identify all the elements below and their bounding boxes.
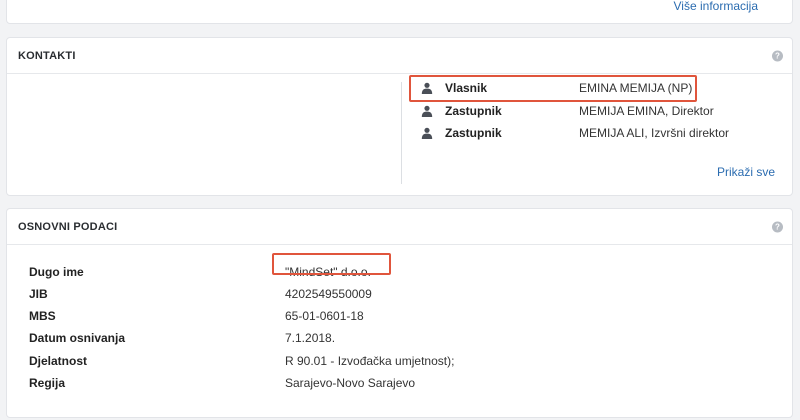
info-row-long-name: Dugo ime "MindSet" d.o.o. — [29, 263, 371, 281]
contact-name: EMINA MEMIJA (NP) — [579, 81, 693, 95]
info-value: Sarajevo-Novo Sarajevo — [285, 376, 416, 390]
contact-name: MEMIJA EMINA, Direktor — [579, 104, 714, 118]
basic-info-title: OSNOVNI PODACI — [18, 220, 118, 233]
contact-role: Zastupnik — [445, 104, 502, 118]
info-row-mbs: MBS 65-01-0601-18 — [29, 307, 364, 325]
info-label: MBS — [29, 309, 56, 323]
basic-info-card: OSNOVNI PODACI ? Dugo ime "MindSet" d.o.… — [6, 208, 793, 418]
info-label: JIB — [29, 287, 48, 301]
contact-role: Zastupnik — [445, 126, 502, 140]
person-icon — [421, 82, 433, 94]
contact-row-representative: Zastupnik MEMIJA ALI, Izvršni direktor — [421, 123, 729, 143]
info-row-region: Regija Sarajevo-Novo Sarajevo — [29, 374, 415, 392]
info-label: Dugo ime — [29, 265, 84, 279]
info-label: Regija — [29, 376, 66, 390]
info-value: 7.1.2018. — [285, 331, 336, 345]
contacts-card: KONTAKTI ? Vlasnik EMINA MEMIJA (NP) Zas… — [6, 37, 793, 196]
contact-role: Vlasnik — [445, 81, 488, 95]
contacts-divider — [401, 82, 402, 184]
contacts-body: Vlasnik EMINA MEMIJA (NP) Zastupnik MEMI… — [7, 74, 792, 196]
contact-row-representative: Zastupnik MEMIJA EMINA, Direktor — [421, 101, 714, 121]
info-row-founding-date: Datum osnivanja 7.1.2018. — [29, 329, 335, 347]
help-icon[interactable]: ? — [772, 221, 783, 232]
basic-info-header: OSNOVNI PODACI ? — [7, 209, 792, 245]
info-value: "MindSet" d.o.o. — [285, 265, 371, 279]
info-label: Djelatnost — [29, 354, 88, 368]
info-value: 4202549550009 — [285, 287, 372, 301]
person-icon — [421, 105, 433, 117]
contact-row-owner: Vlasnik EMINA MEMIJA (NP) — [421, 78, 692, 98]
info-label: Datum osnivanja — [29, 331, 126, 345]
contacts-title: KONTAKTI — [18, 49, 76, 62]
more-info-link[interactable]: Više informacija — [674, 0, 758, 13]
show-all-link[interactable]: Prikaži sve — [717, 165, 775, 179]
info-row-activity: Djelatnost R 90.01 - Izvođačka umjetnost… — [29, 352, 454, 370]
contact-name: MEMIJA ALI, Izvršni direktor — [579, 126, 730, 140]
person-icon — [421, 127, 433, 139]
info-value: R 90.01 - Izvođačka umjetnost); — [285, 354, 455, 368]
help-icon[interactable]: ? — [772, 50, 783, 61]
top-card: Više informacija — [6, 0, 793, 24]
contacts-header: KONTAKTI ? — [7, 38, 792, 74]
info-value: 65-01-0601-18 — [285, 309, 364, 323]
info-row-jib: JIB 4202549550009 — [29, 285, 372, 303]
